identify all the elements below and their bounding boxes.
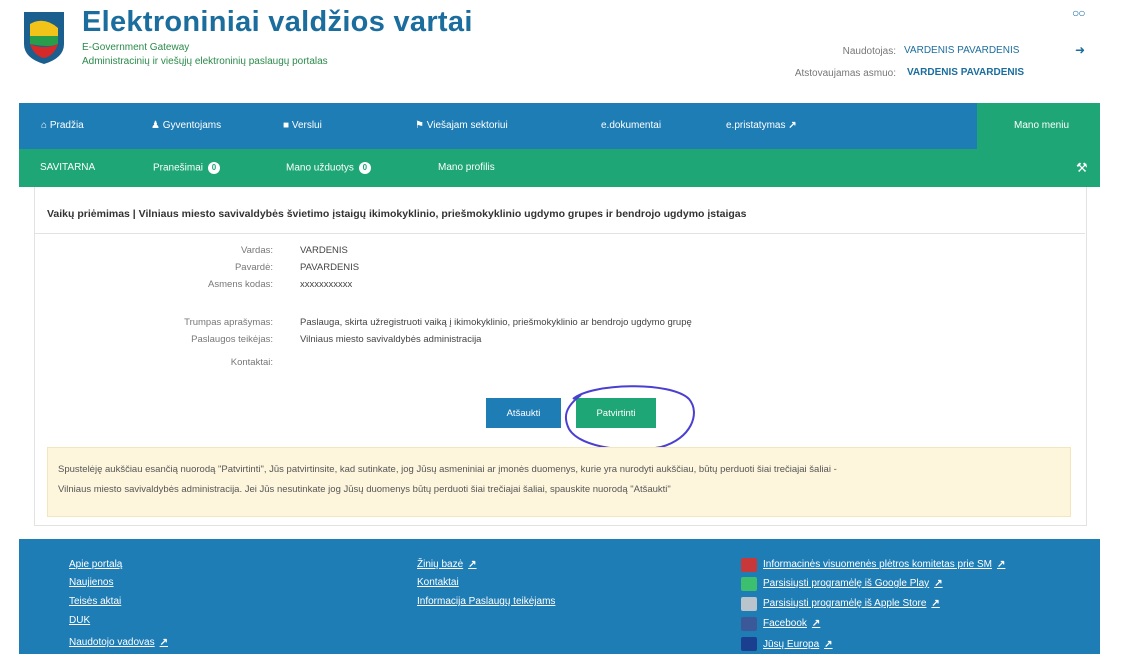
- main-nav: ⌂ Pradžia ♟ Gyventojams ■ Verslui ⚑ Vieš…: [19, 103, 1100, 149]
- service-heading: Vaikų priėmimas | Vilniaus miesto saviva…: [47, 208, 747, 220]
- glasses-icon[interactable]: ○○: [1072, 6, 1085, 20]
- notice-line-1: Spustelėję aukščiau esančią nuorodą "Pat…: [58, 464, 837, 475]
- field-label-description: Trumpas aprašymas:: [184, 317, 273, 328]
- field-value-description: Paslauga, skirta užregistruoti vaiką į i…: [300, 317, 692, 328]
- messages-count-badge: 0: [208, 162, 221, 174]
- external-link-icon: ↗: [811, 618, 821, 629]
- facebook-icon: [741, 617, 757, 631]
- external-link-icon: ↗: [159, 637, 169, 648]
- home-icon: ⌂: [41, 120, 48, 131]
- site-title[interactable]: Elektroniniai valdžios vartai: [82, 6, 473, 39]
- field-label-last-name: Pavardė:: [234, 262, 273, 273]
- divider: [35, 233, 1085, 234]
- nav-item-residents[interactable]: ♟ Gyventojams: [151, 120, 221, 131]
- field-label-first-name: Vardas:: [240, 245, 273, 256]
- footer-link-google-play[interactable]: Parsisiųsti programėlę iš Google Play ↗: [763, 578, 943, 589]
- footer-link-your-europe[interactable]: Jūsų Europa ↗: [763, 639, 833, 650]
- cancel-button[interactable]: Atšaukti: [486, 398, 561, 428]
- field-label-personal-code: Asmens kodas:: [208, 279, 273, 290]
- represented-person-label: Atstovaujamas asmuo:: [794, 68, 896, 79]
- footer-link-faq[interactable]: DUK: [69, 615, 90, 626]
- nav-item-e-documents[interactable]: e.dokumentai: [601, 120, 661, 131]
- footer-link-facebook[interactable]: Facebook ↗: [763, 618, 820, 629]
- field-value-last-name: PAVARDENIS: [300, 262, 360, 273]
- nav-item-public-sector[interactable]: ⚑ Viešajam sektoriui: [415, 120, 508, 131]
- gateway-logo: [24, 12, 64, 64]
- footer: Apie portalą Naujienos Teisės aktai DUK …: [19, 539, 1100, 654]
- subnav-self-service[interactable]: SAVITARNA: [40, 162, 95, 173]
- annotation-circle: [564, 385, 695, 451]
- represented-person-value[interactable]: VARDENIS PAVARDENIS: [907, 67, 1024, 78]
- eu-flag-icon: [741, 637, 757, 651]
- logout-icon[interactable]: ➜: [1075, 43, 1085, 57]
- user-label: Naudotojas:: [842, 46, 896, 57]
- nav-item-e-delivery[interactable]: e.pristatymas ↗: [726, 120, 797, 131]
- nav-item-business[interactable]: ■ Verslui: [283, 120, 322, 131]
- tasks-count-badge: 0: [358, 162, 371, 174]
- footer-link-knowledge-base[interactable]: Žinių bazė ↗: [417, 559, 477, 570]
- field-value-provider: Vilniaus miesto savivaldybės administrac…: [300, 334, 482, 345]
- external-link-icon: ↗: [931, 598, 940, 609]
- site-subtitle-en: E-Government Gateway: [82, 42, 190, 53]
- user-name-link[interactable]: VARDENIS PAVARDENIS: [904, 45, 1019, 56]
- external-link-icon: ↗: [788, 120, 797, 131]
- external-link-icon: ↗: [468, 559, 477, 570]
- site-subtitle-lt: Administracinių ir viešųjų elektroninių …: [82, 56, 328, 67]
- people-icon: ♟: [151, 120, 160, 131]
- external-link-icon: ↗: [824, 639, 833, 650]
- nav-item-home[interactable]: ⌂ Pradžia: [41, 120, 84, 131]
- subnav-my-tasks[interactable]: Mano užduotys 0: [286, 162, 371, 174]
- my-menu-button[interactable]: Mano meniu: [977, 103, 1100, 149]
- footer-link-news[interactable]: Naujienos: [69, 577, 113, 588]
- committee-logo-icon: [741, 558, 757, 572]
- field-label-contacts: Kontaktai:: [230, 357, 273, 368]
- footer-link-about[interactable]: Apie portalą: [69, 559, 122, 570]
- notice-line-2: Vilniaus miesto savivaldybės administrac…: [58, 484, 671, 495]
- consent-notice: Spustelėję aukščiau esančią nuorodą "Pat…: [47, 447, 1071, 517]
- sub-nav: SAVITARNA Pranešimai 0 Mano užduotys 0 Man…: [19, 149, 1100, 187]
- footer-link-legal-acts[interactable]: Teisės aktai: [69, 596, 121, 607]
- footer-link-user-guide[interactable]: Naudotojo vadovas ↗: [69, 637, 168, 648]
- field-value-first-name: VARDENIS: [300, 245, 348, 256]
- external-link-icon: ↗: [996, 559, 1006, 570]
- footer-link-provider-info[interactable]: Informacija Paslaugų teikėjams: [417, 596, 555, 607]
- footer-link-contacts[interactable]: Kontaktai: [417, 577, 459, 588]
- field-label-provider: Paslaugos teikėjas:: [191, 334, 273, 345]
- google-play-icon: [741, 577, 757, 591]
- apple-icon: [741, 597, 757, 611]
- footer-link-committee[interactable]: Informacinės visuomenės plėtros komiteta…: [763, 559, 1005, 570]
- footer-link-apple-store[interactable]: Parsisiųsti programėlę iš Apple Store ↗: [763, 598, 940, 609]
- field-value-personal-code: xxxxxxxxxxx: [300, 279, 353, 290]
- subnav-messages[interactable]: Pranešimai 0: [153, 162, 221, 174]
- briefcase-icon: ■: [283, 120, 290, 131]
- building-icon: ⚑: [415, 120, 424, 131]
- wrench-icon[interactable]: ⚒: [1076, 160, 1088, 176]
- external-link-icon: ↗: [934, 578, 943, 589]
- subnav-my-profile[interactable]: Mano profilis: [438, 162, 495, 173]
